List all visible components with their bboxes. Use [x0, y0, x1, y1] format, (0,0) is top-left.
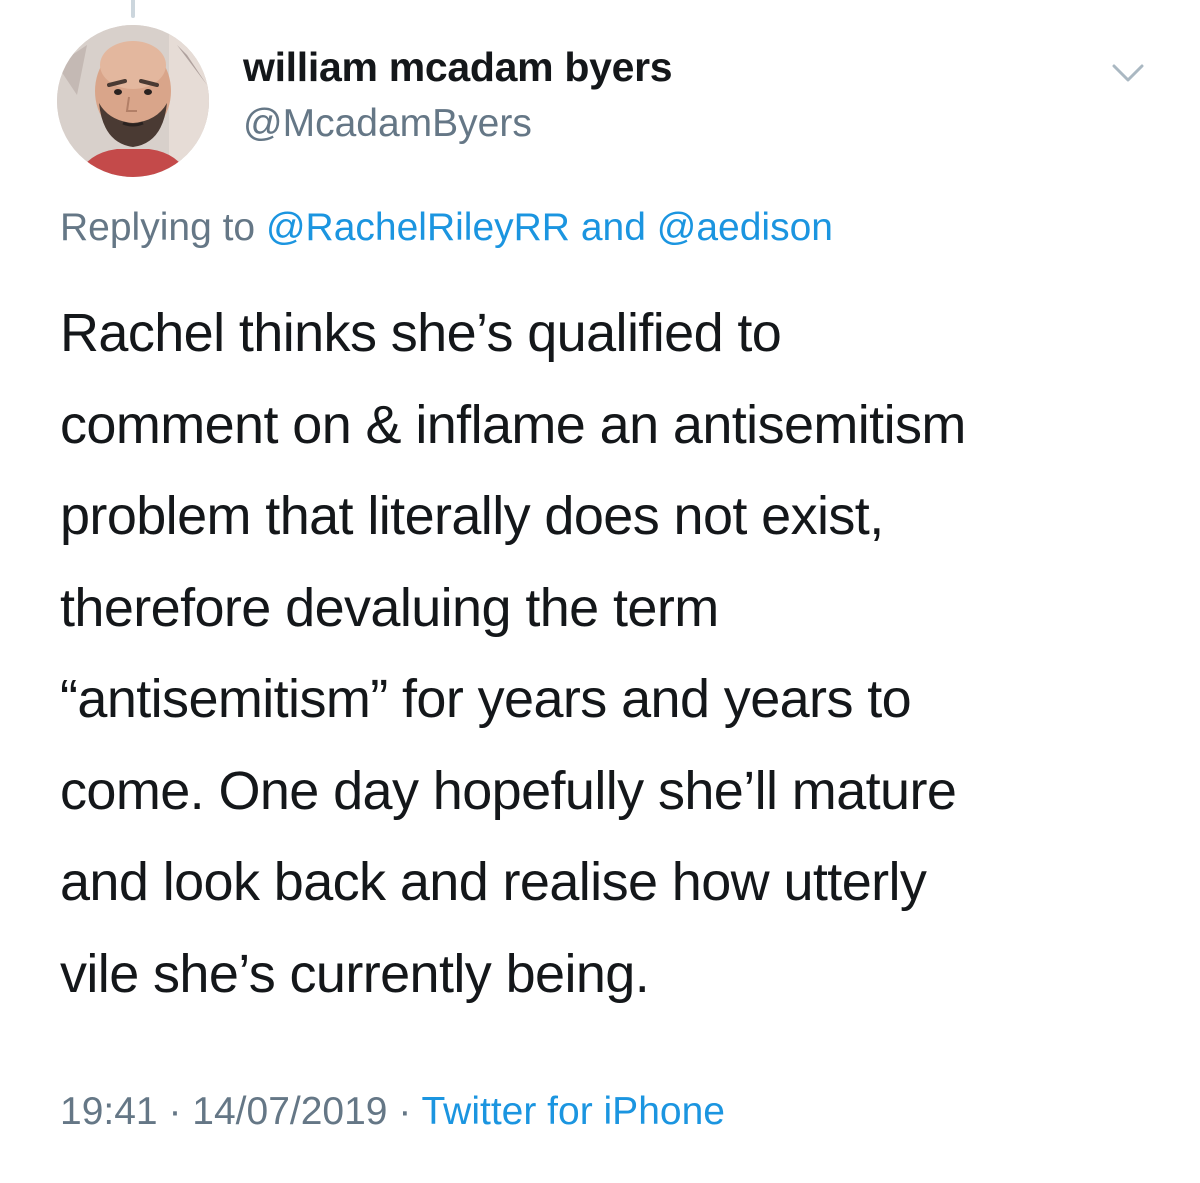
thread-connector-line — [131, 0, 135, 18]
mention-link-rachelrileyrr[interactable]: @RachelRileyRR — [266, 206, 570, 249]
tweet-text-line: come. One day hopefully she’ll mature — [60, 760, 957, 821]
replying-to-line: Replying to @RachelRileyRR and @aedison — [60, 206, 833, 250]
mention-link-aedison[interactable]: @aedison — [657, 206, 833, 249]
tweet-text-line: and look back and realise how utterly — [60, 852, 927, 912]
tweet-text-line: comment on & inflame an antisemitism — [60, 394, 966, 455]
tweet-body: Rachel thinks she’s qualified to comment… — [60, 288, 1170, 1020]
avatar-image — [57, 25, 209, 177]
tweet-date[interactable]: 14/07/2019 — [192, 1090, 387, 1133]
tweet-text-line: problem that literally does not exist, — [60, 486, 884, 546]
tweet-source-link[interactable]: Twitter for iPhone — [421, 1090, 724, 1133]
mention-conjunction[interactable]: and — [581, 206, 646, 249]
tweet-time[interactable]: 19:41 — [60, 1090, 158, 1133]
meta-separator: · — [398, 1090, 412, 1133]
replying-to-label: Replying to — [60, 206, 256, 249]
tweet-text-line: “antisemitism” for years and years to — [60, 669, 912, 729]
avatar[interactable] — [57, 25, 209, 177]
tweet-text-line: vile she’s currently being. — [60, 943, 650, 1004]
chevron-down-icon[interactable] — [1108, 58, 1148, 88]
tweet-meta: 19:41 · 14/07/2019 · Twitter for iPhone — [60, 1090, 725, 1134]
author-display-name[interactable]: william mcadam byers — [243, 44, 673, 91]
author-handle[interactable]: @McadamByers — [243, 102, 532, 146]
meta-separator: · — [168, 1090, 182, 1133]
tweet-text-line: Rachel thinks she’s qualified to — [60, 303, 782, 363]
tweet-text-line: therefore devaluing the term — [60, 577, 719, 638]
